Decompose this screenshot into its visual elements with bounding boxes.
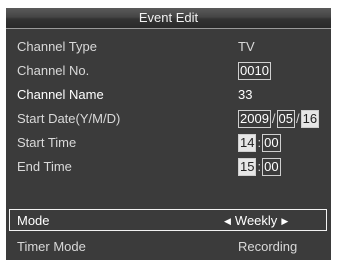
start-date-month[interactable]: 05 — [276, 110, 296, 128]
time-separator: : — [257, 159, 262, 174]
start-date-year[interactable]: 2009 — [238, 110, 271, 128]
start-time-minute[interactable]: 00 — [262, 134, 281, 152]
time-separator: : — [257, 135, 262, 150]
end-time-hour[interactable]: 15 — [238, 158, 257, 176]
date-separator: / — [296, 111, 300, 126]
timer-mode-value: Recording — [238, 239, 298, 254]
date-separator: / — [271, 111, 276, 126]
start-date-field[interactable]: 2009 / 05 / 16 — [238, 108, 320, 130]
dialog-title: Event Edit — [6, 8, 331, 29]
channel-type-row[interactable]: Channel Type TV — [6, 36, 331, 58]
channel-name-label: Channel Name — [17, 87, 104, 102]
channel-no-value[interactable]: 0010 — [238, 62, 271, 80]
end-time-label: End Time — [17, 159, 72, 174]
end-time-field[interactable]: 15 : 00 — [238, 156, 281, 178]
start-time-row[interactable]: Start Time 14 : 00 — [6, 132, 331, 154]
timer-mode-row[interactable]: Timer Mode Recording — [6, 236, 331, 258]
mode-label: Mode — [17, 213, 50, 228]
channel-no-row[interactable]: Channel No. 0010 — [6, 60, 331, 82]
mode-selector[interactable]: ◀ Weekly ▶ — [224, 210, 288, 232]
start-time-field[interactable]: 14 : 00 — [238, 132, 281, 154]
channel-no-label: Channel No. — [17, 63, 90, 78]
channel-type-label: Channel Type — [17, 39, 97, 54]
channel-no-field[interactable]: 0010 — [238, 60, 271, 82]
start-date-day[interactable]: 16 — [300, 110, 320, 128]
channel-type-value: TV — [238, 39, 255, 54]
timer-mode-label: Timer Mode — [17, 239, 86, 254]
left-arrow-icon[interactable]: ◀ — [224, 210, 231, 232]
start-date-row[interactable]: Start Date(Y/M/D) 2009 / 05 / 16 — [6, 108, 331, 130]
mode-value: Weekly — [234, 213, 278, 228]
right-arrow-icon[interactable]: ▶ — [281, 210, 288, 232]
event-edit-dialog: Event Edit Channel Type TV Channel No. 0… — [6, 8, 331, 260]
end-time-row[interactable]: End Time 15 : 00 — [6, 156, 331, 178]
start-time-label: Start Time — [17, 135, 77, 150]
start-date-label: Start Date(Y/M/D) — [17, 111, 121, 126]
channel-name-value: 33 — [238, 87, 253, 102]
channel-name-row[interactable]: Channel Name 33 — [6, 84, 331, 106]
start-time-hour[interactable]: 14 — [238, 134, 257, 152]
end-time-minute[interactable]: 00 — [262, 158, 281, 176]
mode-row[interactable]: Mode ◀ Weekly ▶ — [9, 209, 327, 231]
